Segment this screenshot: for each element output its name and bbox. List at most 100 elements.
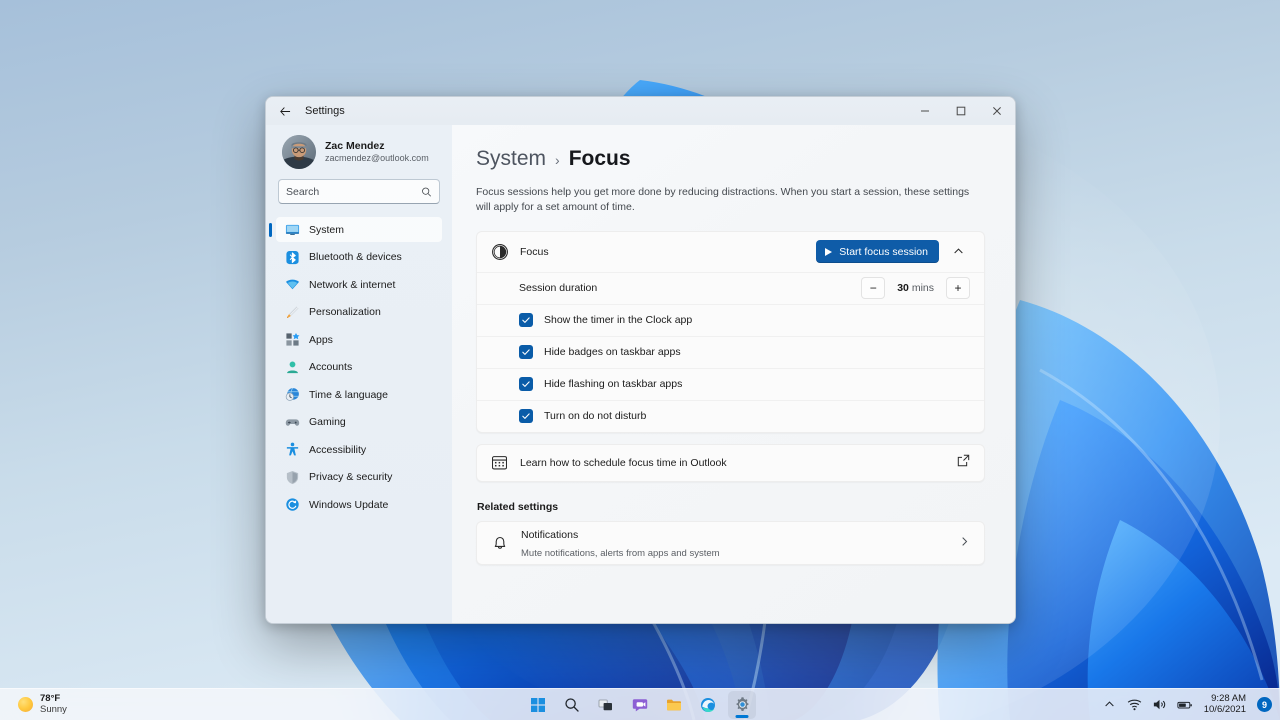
battery-icon: [1177, 697, 1193, 713]
paintbrush-icon: [285, 305, 300, 320]
sidebar-item-label: Bluetooth & devices: [309, 251, 402, 263]
breadcrumb-separator: ›: [555, 152, 560, 168]
tray-volume-button[interactable]: [1152, 697, 1168, 713]
search-box[interactable]: [278, 179, 440, 204]
chevron-up-icon: [1104, 699, 1115, 710]
checkbox-row-do-not-disturb[interactable]: Turn on do not disturb: [477, 400, 984, 432]
person-icon: [285, 360, 300, 375]
sidebar-item-personalization[interactable]: Personalization: [276, 300, 442, 325]
session-duration-label: Session duration: [491, 282, 861, 294]
close-button[interactable]: [979, 97, 1015, 125]
notification-count-badge[interactable]: 9: [1257, 697, 1272, 712]
minus-icon: −: [870, 281, 877, 295]
chevron-up-icon: [953, 246, 964, 257]
checkbox-hide-badges[interactable]: [519, 345, 533, 359]
duration-value: 30 mins: [886, 282, 945, 294]
windows-logo-icon: [530, 697, 546, 713]
checkbox-label: Hide flashing on taskbar apps: [544, 378, 682, 390]
checkmark-icon: [521, 411, 531, 421]
gamepad-icon: [285, 415, 300, 430]
breadcrumb: System › Focus: [476, 147, 985, 171]
tray-battery-button[interactable]: [1177, 697, 1193, 713]
start-focus-session-button[interactable]: Start focus session: [816, 240, 939, 263]
weather-temperature: 78°F: [40, 694, 67, 704]
collapse-focus-card-button[interactable]: [946, 240, 970, 264]
breadcrumb-system[interactable]: System: [476, 147, 546, 171]
focus-moon-icon: [491, 243, 509, 261]
avatar: [282, 135, 316, 169]
sidebar-item-gaming[interactable]: Gaming: [276, 410, 442, 435]
system-tray: 9:28 AM 10/6/2021 9: [1102, 694, 1272, 715]
taskbar-weather-widget[interactable]: 78°F Sunny: [12, 692, 73, 717]
checkbox-label: Hide badges on taskbar apps: [544, 346, 681, 358]
edge-button[interactable]: [694, 691, 722, 719]
account-block[interactable]: Zac Mendez zacmendez@outlook.com: [276, 125, 442, 179]
sidebar-item-accounts[interactable]: Accounts: [276, 355, 442, 380]
sidebar-item-accessibility[interactable]: Accessibility: [276, 437, 442, 462]
sidebar-item-label: Accounts: [309, 361, 352, 373]
start-button[interactable]: [524, 691, 552, 719]
sidebar-item-windows-update[interactable]: Windows Update: [276, 492, 442, 517]
window-titlebar: Settings: [266, 97, 1015, 125]
task-view-button[interactable]: [592, 691, 620, 719]
checkbox-show-timer[interactable]: [519, 313, 533, 327]
sidebar-item-privacy-security[interactable]: Privacy & security: [276, 465, 442, 490]
settings-button[interactable]: [728, 691, 756, 719]
tray-chevron-up-button[interactable]: [1102, 697, 1118, 713]
learn-outlook-card[interactable]: Learn how to schedule focus time in Outl…: [476, 444, 985, 482]
clock-date: 10/6/2021: [1204, 705, 1246, 715]
settings-sidebar: Zac Mendez zacmendez@outlook.com: [266, 125, 452, 623]
page-description: Focus sessions help you get more done by…: [476, 185, 976, 215]
sidebar-item-network-internet[interactable]: Network & internet: [276, 272, 442, 297]
settings-content: System › Focus Focus sessions help you g…: [452, 125, 1015, 623]
checkbox-hide-flashing[interactable]: [519, 377, 533, 391]
sidebar-item-bluetooth-devices[interactable]: Bluetooth & devices: [276, 245, 442, 270]
tray-wifi-button[interactable]: [1127, 697, 1143, 713]
sidebar-item-label: Time & language: [309, 389, 388, 401]
search-input[interactable]: [286, 186, 421, 198]
sun-icon: [18, 697, 33, 712]
related-item-notifications[interactable]: Notifications Mute notifications, alerts…: [477, 522, 984, 564]
plus-icon: +: [954, 281, 961, 295]
sidebar-item-time-language[interactable]: Time & language: [276, 382, 442, 407]
taskbar-clock[interactable]: 9:28 AM 10/6/2021: [1202, 694, 1248, 715]
learn-outlook-row[interactable]: Learn how to schedule focus time in Outl…: [477, 445, 984, 481]
chat-icon: [632, 697, 648, 713]
bluetooth-icon: [285, 250, 300, 265]
close-icon: [992, 106, 1002, 116]
start-focus-session-label: Start focus session: [839, 246, 928, 258]
edge-icon: [700, 697, 716, 713]
checkmark-icon: [521, 347, 531, 357]
search-button[interactable]: [558, 691, 586, 719]
duration-increase-button[interactable]: +: [946, 277, 970, 299]
file-explorer-button[interactable]: [660, 691, 688, 719]
sidebar-item-apps[interactable]: Apps: [276, 327, 442, 352]
checkbox-row-hide-flashing[interactable]: Hide flashing on taskbar apps: [477, 368, 984, 400]
chat-button[interactable]: [626, 691, 654, 719]
back-button[interactable]: [271, 99, 299, 123]
weather-condition: Sunny: [40, 705, 67, 715]
duration-decrease-button[interactable]: −: [861, 277, 885, 299]
back-arrow-icon: [279, 105, 292, 118]
checkbox-label: Turn on do not disturb: [544, 410, 646, 422]
notifications-title: Notifications: [521, 529, 578, 541]
minimize-button[interactable]: [907, 97, 943, 125]
account-name: Zac Mendez: [325, 140, 429, 153]
refresh-circle-icon: [285, 497, 300, 512]
search-icon: [564, 697, 580, 713]
desktop: Settings: [0, 0, 1280, 720]
window-title: Settings: [305, 105, 345, 117]
checkbox-label: Show the timer in the Clock app: [544, 314, 692, 326]
checkmark-icon: [521, 379, 531, 389]
sidebar-item-label: Network & internet: [309, 279, 395, 291]
accessibility-person-icon: [285, 442, 300, 457]
checkbox-do-not-disturb[interactable]: [519, 409, 533, 423]
maximize-button[interactable]: [943, 97, 979, 125]
sidebar-item-system[interactable]: System: [276, 217, 442, 242]
session-duration-stepper: − 30 mins +: [861, 277, 970, 299]
wifi-icon: [285, 277, 300, 292]
checkbox-row-show-timer[interactable]: Show the timer in the Clock app: [477, 304, 984, 336]
checkbox-row-hide-badges[interactable]: Hide badges on taskbar apps: [477, 336, 984, 368]
focus-card: Focus Start focus session Session dur: [476, 231, 985, 433]
session-duration-row: Session duration − 30 mins +: [477, 272, 984, 304]
